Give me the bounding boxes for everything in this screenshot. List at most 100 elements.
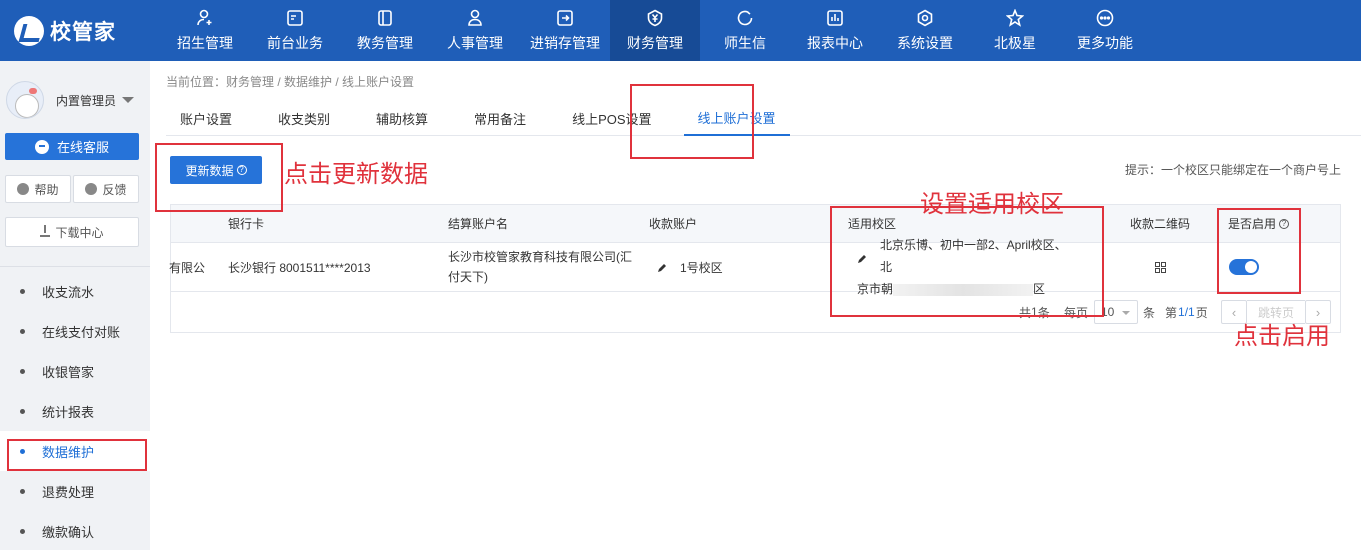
avatar xyxy=(6,81,44,119)
tab-common-remarks[interactable]: 常用备注 xyxy=(460,100,540,136)
sidebar-item-label: 缴款确认 xyxy=(42,524,95,540)
nav-label: 师生信 xyxy=(724,34,766,51)
edit-icon[interactable] xyxy=(657,262,668,273)
main-nav: 招生管理 前台业务 教务管理 人事管理 进销存管理 财务管理 师生信 报表中心 xyxy=(160,0,1150,61)
user-menu[interactable]: 内置管理员 xyxy=(6,81,135,119)
annotation-click-enable: 点击启用 xyxy=(1234,322,1330,350)
tab-auxiliary-accounting[interactable]: 辅助核算 xyxy=(362,100,442,136)
feedback-icon xyxy=(85,183,98,195)
annotation-box-tab xyxy=(630,84,754,159)
chevron-down-icon xyxy=(122,97,135,103)
logo[interactable]: 校管家 xyxy=(0,0,160,61)
exchange-icon xyxy=(556,9,574,27)
nav-item-academic[interactable]: 教务管理 xyxy=(340,0,430,61)
headset-icon xyxy=(34,139,49,154)
sidebar-item-cashier[interactable]: 收银管家 xyxy=(0,351,150,391)
bullet-icon xyxy=(20,488,25,494)
nav-item-front-desk[interactable]: 前台业务 xyxy=(250,0,340,61)
settle-account-cell: 长沙市校管家教育科技有限公司(汇付天下) xyxy=(448,250,632,284)
sidebar-item-payment-confirm[interactable]: 缴款确认 xyxy=(0,511,150,550)
book-icon xyxy=(376,9,394,27)
yen-shield-icon xyxy=(646,9,664,27)
table-row: 有限公 长沙银行 8001511****2013 长沙市校管家教育科技有限公司(… xyxy=(169,238,1340,296)
accounts-table: 银行卡 结算账户名 收款账户 适用校区 收款二维码 是否启用 ? 有限公 长沙银… xyxy=(169,204,1341,333)
download-center-label: 下载中心 xyxy=(55,225,104,240)
column-header: 收款账户 xyxy=(649,217,698,231)
sidebar-item-online-payment-reconcile[interactable]: 在线支付对账 xyxy=(0,311,150,351)
card-icon xyxy=(286,9,304,27)
annotation-box-campus xyxy=(830,206,1104,317)
sidebar-item-label: 收支流水 xyxy=(42,284,95,300)
nav-item-finance[interactable]: 财务管理 xyxy=(610,0,700,61)
bullet-icon xyxy=(20,408,25,414)
page-size-suffix: 条 xyxy=(1143,305,1156,320)
logo-text: 校管家 xyxy=(50,20,116,44)
nav-item-more[interactable]: 更多功能 xyxy=(1060,0,1150,61)
column-header: 结算账户名 xyxy=(448,217,509,231)
tab-income-expense-category[interactable]: 收支类别 xyxy=(264,100,344,136)
nav-label: 北极星 xyxy=(994,34,1036,51)
logo-icon xyxy=(14,15,44,46)
column-header: 收款二维码 xyxy=(1130,217,1191,231)
feedback-button[interactable]: 反馈 xyxy=(73,175,139,203)
nav-item-teacher-student-msg[interactable]: 师生信 xyxy=(700,0,790,61)
help-icon xyxy=(17,183,30,195)
help-label: 帮助 xyxy=(34,182,59,197)
receive-account-cell[interactable]: 1号校区 xyxy=(657,243,723,291)
nav-label: 招生管理 xyxy=(177,34,233,51)
pager-current: 1/1 xyxy=(1178,305,1195,319)
bank-card-cell: 长沙银行 8001511****2013 xyxy=(228,260,371,275)
pagination: 共1条 每页 10 条 第 1/1 页 ‹ 跳转页 › xyxy=(171,292,1340,332)
sidebar-item-income-expense[interactable]: 收支流水 xyxy=(0,271,150,311)
sidebar-item-label: 在线支付对账 xyxy=(42,324,121,340)
pager-text: 第 xyxy=(1165,305,1178,320)
receive-account-value: 1号校区 xyxy=(680,260,723,275)
sidebar-divider xyxy=(0,266,150,267)
download-center-button[interactable]: 下载中心 xyxy=(5,217,139,247)
nav-label: 更多功能 xyxy=(1077,34,1133,51)
nav-label: 进销存管理 xyxy=(530,34,600,51)
annotation-set-campus: 设置适用校区 xyxy=(920,190,1064,218)
annotation-box-update xyxy=(155,143,283,212)
table-header: 银行卡 结算账户名 收款账户 适用校区 收款二维码 是否启用 ? xyxy=(171,205,1340,243)
qr-code-cell[interactable] xyxy=(1155,243,1166,291)
nav-label: 教务管理 xyxy=(357,34,413,51)
nav-item-reports[interactable]: 报表中心 xyxy=(790,0,880,61)
chat-icon xyxy=(736,9,754,27)
help-button[interactable]: 帮助 xyxy=(5,175,71,203)
online-service-label: 在线客服 xyxy=(56,140,109,155)
nav-label: 报表中心 xyxy=(807,34,863,51)
online-service-button[interactable]: 在线客服 xyxy=(5,133,139,160)
annotation-box-enable xyxy=(1217,208,1301,294)
nav-label: 系统设置 xyxy=(897,34,953,51)
sidebar-menu: 收支流水 在线支付对账 收银管家 统计报表 数据维护 退费处理 缴款确认 xyxy=(0,271,150,550)
truncated-name-cell: 有限公 xyxy=(169,260,206,275)
bullet-icon xyxy=(20,328,25,334)
person-icon xyxy=(466,9,484,27)
star-icon xyxy=(1006,8,1024,27)
top-nav-bar: 校管家 招生管理 前台业务 教务管理 人事管理 进销存管理 财务管理 师生信 报… xyxy=(0,0,1361,61)
nav-item-hr[interactable]: 人事管理 xyxy=(430,0,520,61)
nav-item-inventory[interactable]: 进销存管理 xyxy=(520,0,610,61)
pager-text: 页 xyxy=(1195,305,1208,320)
user-plus-icon xyxy=(196,9,214,27)
qr-code-icon[interactable] xyxy=(1155,261,1166,273)
user-name: 内置管理员 xyxy=(56,93,117,108)
sidebar-item-statistics[interactable]: 统计报表 xyxy=(0,391,150,431)
bar-chart-icon xyxy=(826,9,844,27)
annotation-box-menu xyxy=(7,439,147,471)
download-icon xyxy=(40,225,51,237)
bullet-icon xyxy=(20,528,25,534)
tip-text: 提示：一个校区只能绑定在一个商户号上 xyxy=(1124,163,1341,177)
bullet-icon xyxy=(20,288,25,294)
sidebar-item-label: 统计报表 xyxy=(42,404,95,420)
more-icon xyxy=(1096,9,1114,27)
settings-icon xyxy=(916,9,934,27)
nav-item-enrollment[interactable]: 招生管理 xyxy=(160,0,250,61)
annotation-click-update: 点击更新数据 xyxy=(284,160,428,188)
tab-account-settings[interactable]: 账户设置 xyxy=(166,100,246,136)
nav-item-system-settings[interactable]: 系统设置 xyxy=(880,0,970,61)
nav-item-polaris[interactable]: 北极星 xyxy=(970,0,1060,61)
sidebar-item-label: 收银管家 xyxy=(42,364,95,380)
sidebar-item-refund[interactable]: 退费处理 xyxy=(0,471,150,511)
